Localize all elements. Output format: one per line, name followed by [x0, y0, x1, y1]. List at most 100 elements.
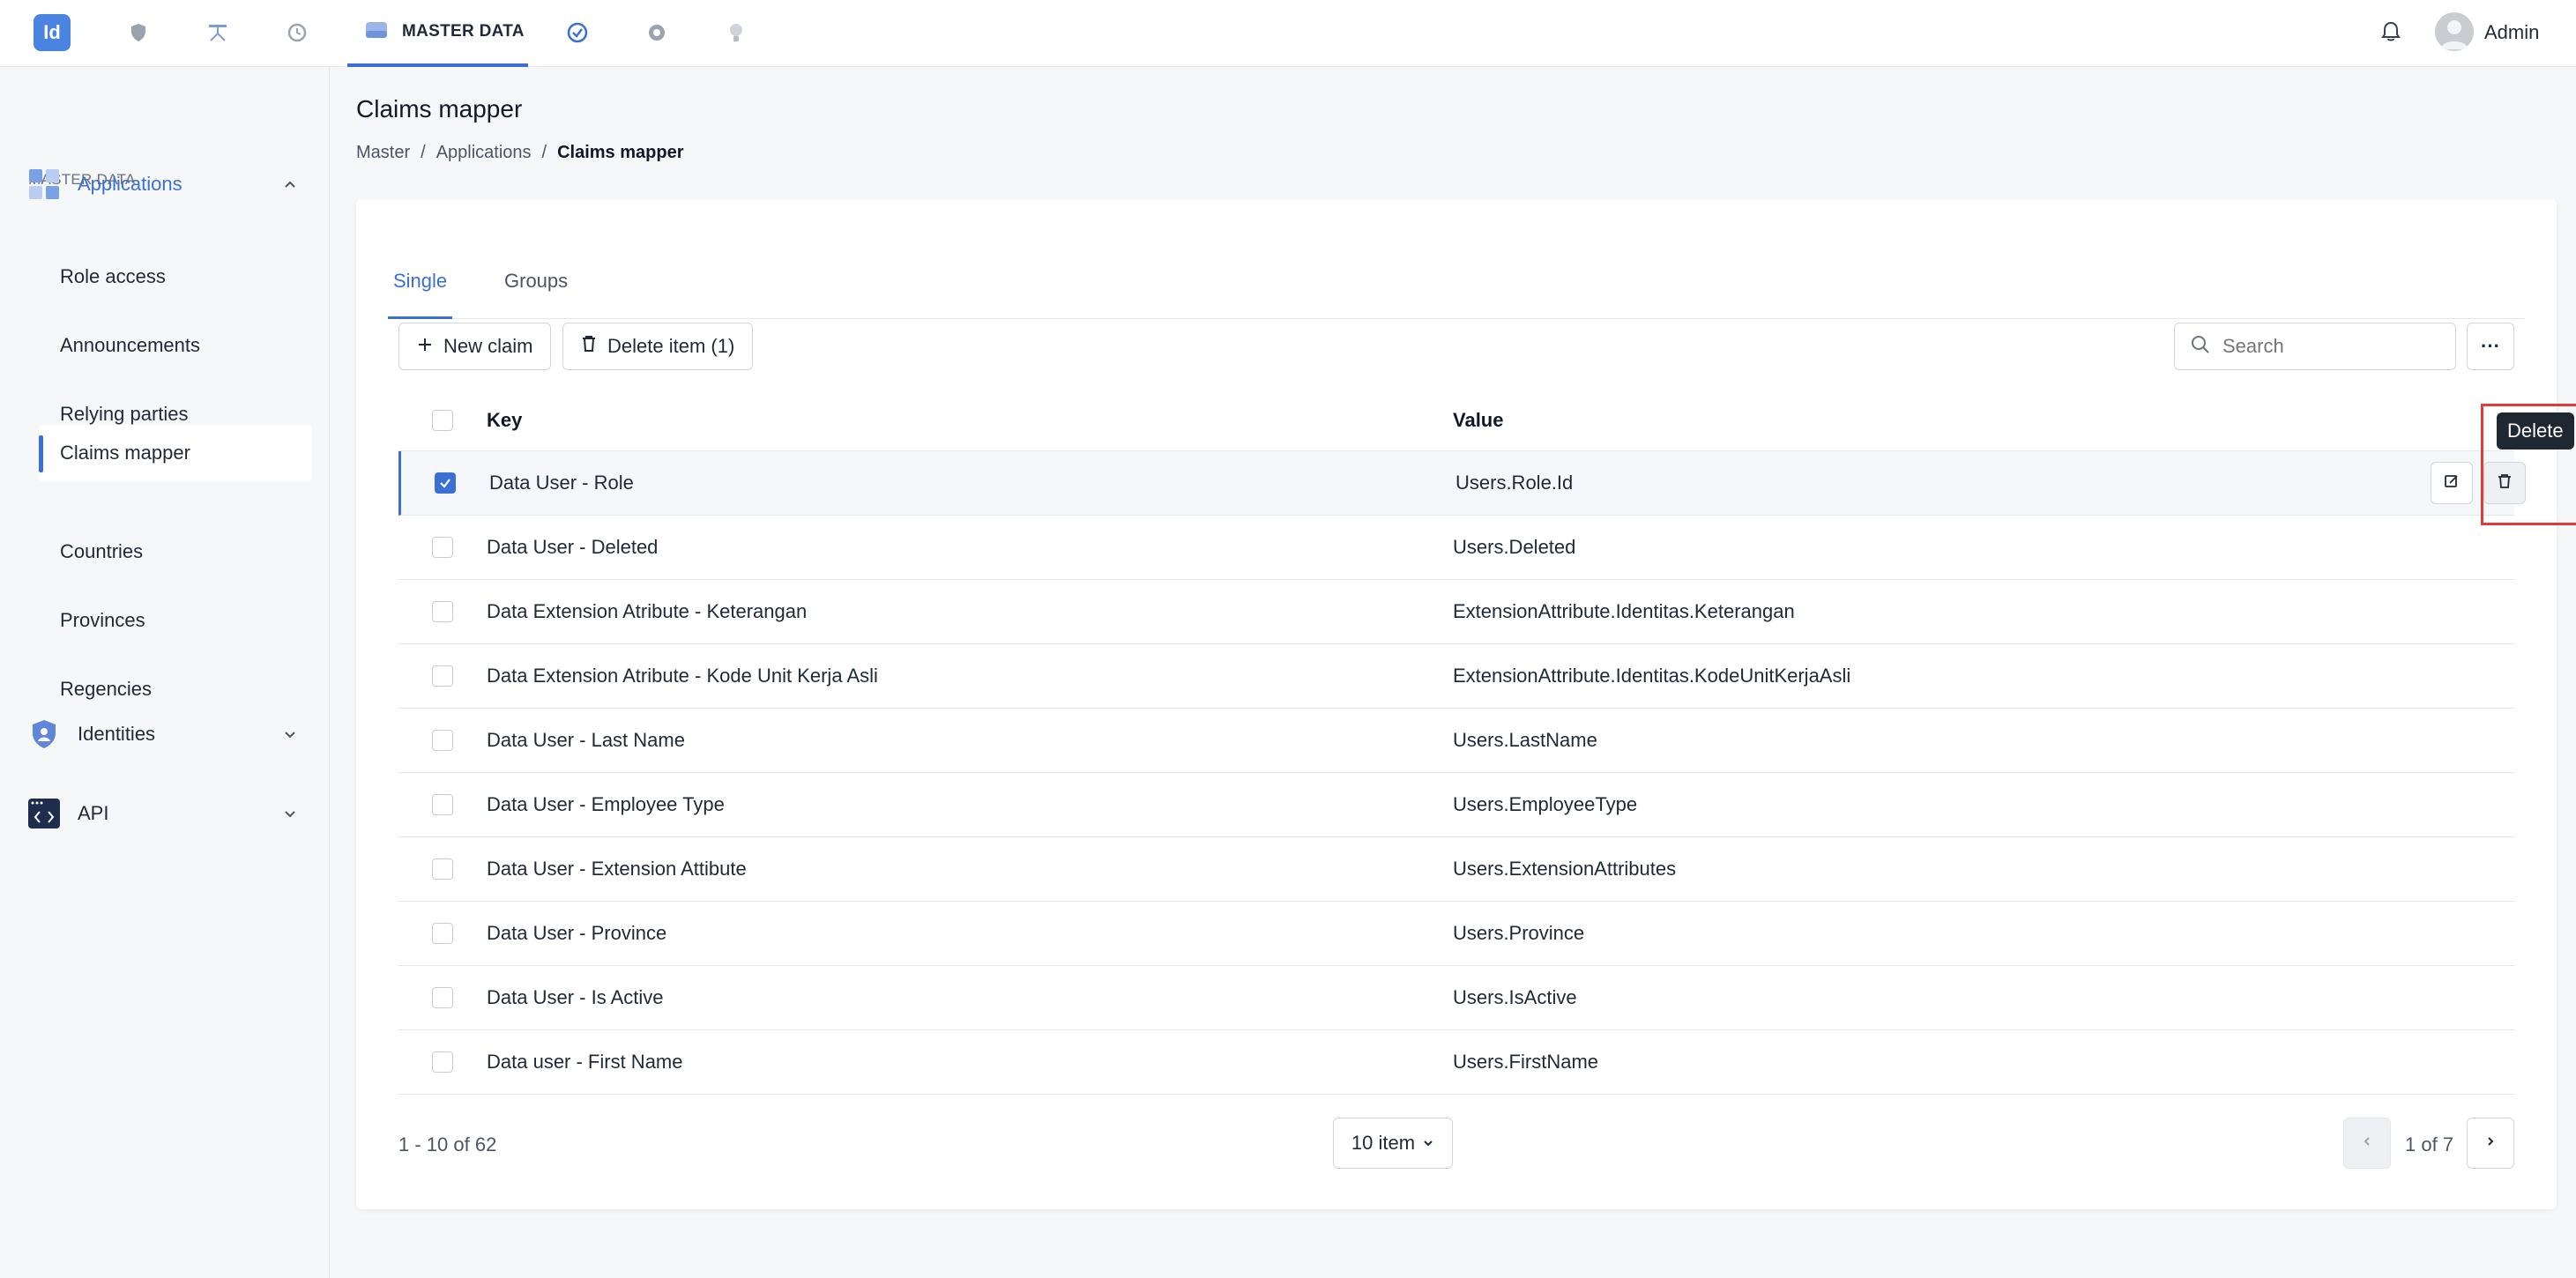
select-all-checkbox[interactable]	[432, 409, 453, 431]
cell-value: Users.ExtensionAttributes	[1453, 858, 1677, 880]
tab-bar: Single Groups	[388, 240, 2525, 319]
sidebar-group-applications[interactable]: Applications	[26, 162, 309, 206]
chevron-down-icon[interactable]	[280, 804, 300, 823]
apps-grid-icon	[26, 167, 62, 202]
bell-icon[interactable]	[2379, 19, 2405, 46]
table-row[interactable]: Data Extension Atribute - Keterangan Exte…	[398, 580, 2514, 644]
table-row[interactable]: Data User - Employee Type Users.EmployeeT…	[398, 773, 2514, 837]
row-checkbox[interactable]	[432, 730, 453, 751]
breadcrumb-current: Claims mapper	[557, 143, 684, 162]
row-checkbox[interactable]	[432, 858, 453, 880]
database-icon	[365, 20, 388, 44]
row-checkbox[interactable]	[432, 923, 453, 944]
nav-master-data-label: MASTER DATA	[402, 22, 525, 41]
sidebar-group-label: API	[78, 802, 109, 824]
cell-value: Users.Role.Id	[1456, 472, 1574, 494]
table-row[interactable]: Data user - First Name Users.FirstName	[398, 1030, 2514, 1095]
cell-value: Users.EmployeeType	[1453, 793, 1638, 815]
search-box[interactable]	[2174, 323, 2456, 370]
highlight-box	[2481, 404, 2576, 525]
new-claim-label: New claim	[443, 335, 533, 357]
code-window-icon	[26, 796, 62, 831]
cell-value: Users.LastName	[1453, 729, 1597, 751]
row-checkbox[interactable]	[432, 1051, 453, 1073]
new-claim-button[interactable]: New claim	[398, 323, 552, 370]
next-page-button[interactable]	[2467, 1118, 2514, 1169]
table-row[interactable]: Data Extension Atribute - Kode Unit Kerj…	[398, 644, 2514, 709]
cell-value: Users.Province	[1453, 922, 1585, 944]
sidebar-group-label: Identities	[78, 723, 156, 745]
cell-value: ExtensionAttribute.Identitas.KodeUnitKer…	[1453, 665, 1851, 687]
table-row[interactable]: Data User - Province Users.Province	[398, 902, 2514, 966]
row-checkbox[interactable]	[432, 665, 453, 687]
search-input[interactable]	[2222, 335, 2434, 358]
more-options-button[interactable]: ···	[2467, 323, 2514, 370]
user-name[interactable]: Admin	[2484, 21, 2539, 44]
cell-key: Data User - Extension Attibute	[487, 858, 747, 880]
sidebar-item-announcements[interactable]: Announcements	[39, 317, 312, 374]
breadcrumb-master[interactable]: Master	[356, 143, 410, 163]
row-checkbox[interactable]	[432, 794, 453, 815]
edit-icon	[2444, 473, 2460, 494]
nav-master-data[interactable]: MASTER DATA	[347, 0, 528, 67]
check-circle-nav-icon[interactable]	[564, 19, 591, 46]
cell-value: ExtensionAttribute.Identitas.Keterangan	[1453, 600, 1795, 622]
page-size-value: 10 item	[1351, 1132, 1416, 1154]
table-row[interactable]: Data User - Extension Attibute Users.Exte…	[398, 837, 2514, 902]
tab-single[interactable]: Single	[388, 270, 453, 319]
header-key: Key	[487, 408, 523, 431]
header-value: Value	[1453, 408, 1504, 431]
cell-key: Data Extension Atribute - Kode Unit Kerj…	[487, 665, 878, 687]
gear-nav-icon[interactable]	[644, 19, 670, 46]
row-checkbox[interactable]	[432, 987, 453, 1008]
row-checkbox[interactable]	[432, 537, 453, 558]
table-header: Key Value Delete	[398, 390, 2574, 451]
lightbulb-nav-icon[interactable]	[723, 19, 749, 46]
trash-icon	[581, 335, 597, 358]
sidebar-item-countries[interactable]: Countries	[39, 524, 312, 580]
breadcrumb-applications[interactable]: Applications	[436, 143, 532, 163]
user-avatar[interactable]	[2435, 12, 2474, 51]
network-nav-icon[interactable]	[205, 19, 231, 46]
cell-key: Data Extension Atribute - Keterangan	[487, 600, 808, 622]
app-logo[interactable]: Id	[34, 14, 71, 51]
page-title: Claims mapper	[356, 95, 523, 123]
breadcrumb-separator: /	[421, 143, 426, 162]
plus-icon	[417, 335, 433, 358]
cell-value: Users.IsActive	[1453, 986, 1577, 1008]
page-size-select[interactable]: 10 item	[1333, 1118, 1453, 1169]
tab-groups[interactable]: Groups	[499, 270, 573, 319]
row-checkbox[interactable]	[432, 601, 453, 622]
chevron-left-icon	[2361, 1135, 2373, 1152]
sidebar-item-regencies[interactable]: Regencies	[39, 661, 312, 717]
sidebar-item-provinces[interactable]: Provinces	[39, 592, 312, 649]
table-row[interactable]: Data User - Deleted Users.Deleted	[398, 516, 2514, 580]
prev-page-button[interactable]	[2343, 1118, 2391, 1169]
sidebar: MASTER DATA Applications Role access Ann…	[0, 67, 330, 1278]
table-row[interactable]: Data User - Is Active Users.IsActive	[398, 966, 2514, 1030]
delete-items-button[interactable]: Delete item (1)	[562, 323, 754, 370]
row-checkbox[interactable]	[435, 472, 456, 494]
table-row[interactable]: Data User - Last Name Users.LastName	[398, 709, 2514, 773]
chevron-down-icon[interactable]	[280, 724, 300, 744]
sidebar-group-api[interactable]: API	[26, 791, 309, 836]
sidebar-group-label: Applications	[78, 173, 182, 195]
edit-row-button[interactable]	[2431, 462, 2473, 504]
cell-key: Data User - Employee Type	[487, 793, 725, 815]
cell-key: Data User - Deleted	[487, 536, 659, 558]
history-nav-icon[interactable]	[284, 19, 310, 46]
breadcrumb-separator: /	[541, 143, 547, 162]
chevron-up-icon[interactable]	[280, 175, 300, 194]
sidebar-item-claims-mapper[interactable]: Claims mapper	[39, 425, 312, 481]
chevron-right-icon	[2484, 1135, 2497, 1152]
cell-key: Data User - Is Active	[487, 986, 664, 1008]
cell-key: Data User - Province	[487, 922, 667, 944]
sidebar-item-role-access[interactable]: Role access	[39, 249, 312, 305]
table-row[interactable]: Data User - Role Users.Role.Id	[398, 451, 2526, 516]
breadcrumb: Master / Applications / Claims mapper	[356, 143, 683, 163]
sidebar-group-identities[interactable]: Identities	[26, 712, 309, 756]
shield-nav-icon[interactable]	[125, 19, 152, 46]
cell-value: Users.FirstName	[1453, 1051, 1599, 1073]
cell-key: Data User - Last Name	[487, 729, 685, 751]
content-card: Single Groups New claim Delete item (1) …	[356, 199, 2576, 1209]
